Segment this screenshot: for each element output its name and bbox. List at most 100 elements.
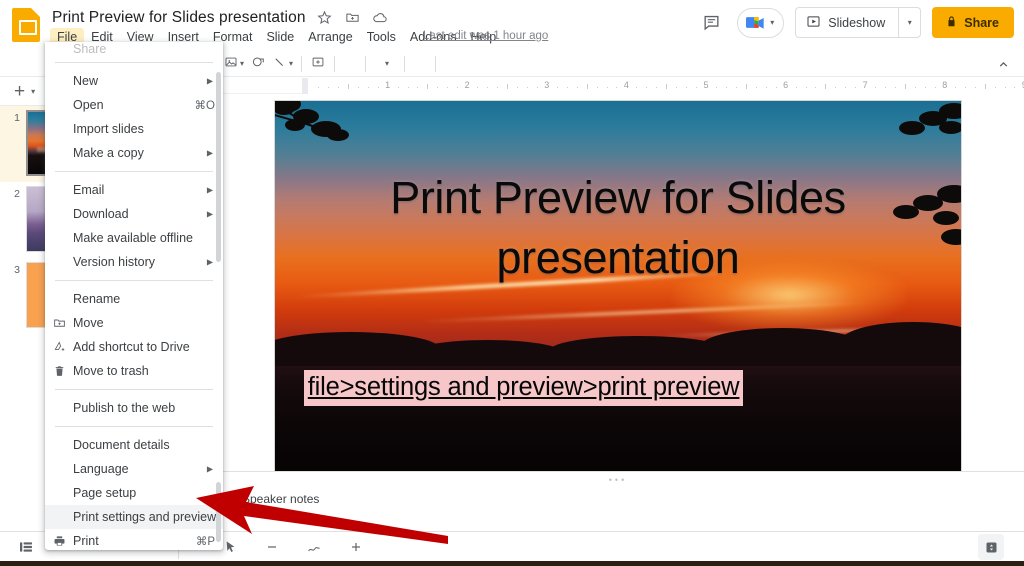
horizontal-ruler[interactable]: 123456789 [212, 78, 1024, 94]
ruler-dot [835, 87, 837, 88]
ruler-number: 8 [942, 80, 948, 90]
submenu-arrow-icon: ▶ [206, 148, 213, 158]
chevron-down-icon[interactable]: ▾ [31, 87, 35, 96]
chevron-down-icon: ▾ [240, 59, 245, 68]
ruler-dot [327, 87, 329, 88]
menu-item-page-setup[interactable]: Page setup [45, 481, 223, 505]
menu-item-make-available-offline[interactable]: Make available offline [45, 226, 223, 250]
google-meet-button[interactable]: ▾ [737, 7, 785, 38]
menu-slide[interactable]: Slide [259, 28, 301, 48]
move-to-folder-icon[interactable] [343, 8, 362, 27]
menu-item-print[interactable]: Print ⌘P [45, 529, 223, 550]
slideshow-button[interactable]: Slideshow ▾ [795, 7, 922, 38]
ruler-number: 7 [862, 80, 868, 90]
menu-item-add-shortcut-to-drive[interactable]: Add shortcut to Drive [45, 335, 223, 359]
menu-item-import-slides[interactable]: Import slides [45, 117, 223, 141]
file-menu-dropdown[interactable]: Share New ▶ Open ⌘O Import slides Make a… [45, 42, 223, 550]
menu-item-version-history[interactable]: Version history ▶ [45, 250, 223, 274]
background-button[interactable] [340, 53, 360, 75]
insert-image-button[interactable]: ▾ [221, 53, 247, 75]
move-to-folder-icon [52, 316, 67, 331]
ruler-number: 3 [544, 80, 550, 90]
menu-item-make-a-copy[interactable]: Make a copy ▶ [45, 141, 223, 165]
menu-item-label: Version history [73, 255, 155, 269]
menu-item-share-clipped[interactable]: Share [45, 42, 223, 56]
ruler-dot [477, 87, 479, 88]
slide-subtitle-textbox[interactable]: file>settings and preview>print preview [303, 370, 744, 406]
ruler-dot [715, 87, 717, 88]
slideshow-dropdown-caret[interactable]: ▾ [898, 8, 920, 37]
menu-item-label: Print settings and preview [73, 510, 217, 524]
last-edit-status[interactable]: Last edit was 1 hour ago [423, 30, 548, 42]
slideshow-main[interactable]: Slideshow [796, 8, 898, 37]
chevron-down-icon: ▾ [385, 59, 390, 68]
explore-icon[interactable] [978, 534, 1004, 560]
zoom-out-icon[interactable] [264, 539, 280, 560]
menu-item-publish-to-the-web[interactable]: Publish to the web [45, 396, 223, 420]
menu-item-label: Rename [73, 292, 121, 306]
share-button[interactable]: Share [932, 7, 1014, 38]
pointer-icon[interactable] [222, 539, 238, 560]
filmstrip-view-icon[interactable] [18, 539, 34, 560]
menu-item-language[interactable]: Language ▶ [45, 457, 223, 481]
ruler-dot [377, 87, 379, 88]
slide-number: 1 [14, 112, 20, 124]
menu-item-new[interactable]: New ▶ [45, 69, 223, 93]
plus-icon[interactable]: + [14, 82, 25, 101]
pen-icon[interactable] [306, 539, 322, 560]
star-icon[interactable] [315, 8, 334, 27]
toolbar-items: ▾ ▾ ▾ [221, 50, 461, 77]
insert-shape-button[interactable] [247, 53, 269, 75]
chevron-down-icon: ▾ [770, 18, 775, 27]
comment-history-icon[interactable] [696, 8, 726, 38]
menu-item-label: Open [73, 98, 104, 112]
menu-item-open[interactable]: Open ⌘O [45, 93, 223, 117]
cloud-saved-icon[interactable] [371, 8, 390, 27]
drag-handle-icon[interactable]: ••• [609, 475, 627, 485]
menu-item-rename[interactable]: Rename [45, 287, 223, 311]
speaker-notes-placeholder[interactable]: Speaker notes [242, 492, 319, 506]
slide-number: 3 [14, 264, 20, 276]
menu-item-move[interactable]: Move [45, 311, 223, 335]
google-meet-icon [745, 15, 767, 30]
page-title[interactable]: Print Preview for Slides presentation [52, 9, 306, 27]
ruler-dot [885, 87, 887, 88]
toolbar-separator [435, 55, 437, 72]
ruler-dot [895, 87, 897, 88]
slide-title-textbox[interactable]: Print Preview for Slides presentation [323, 168, 913, 287]
theme-button[interactable] [410, 53, 430, 75]
menu-divider [55, 389, 213, 390]
bush-silhouette [412, 340, 564, 367]
menu-item-print-settings-and-preview[interactable]: Print settings and preview [45, 505, 223, 529]
transition-button[interactable] [441, 53, 461, 75]
chevron-down-icon: ▾ [907, 18, 912, 27]
bottom-left-controls [18, 539, 34, 560]
speaker-notes-panel[interactable]: ••• Speaker notes [212, 471, 1024, 531]
slide-canvas[interactable]: Print Preview for Slides presentation fi… [274, 100, 962, 498]
ruler-track: 123456789 [308, 78, 1024, 94]
ruler-dot [934, 87, 936, 88]
menu-tools[interactable]: Tools [360, 28, 403, 48]
ruler-tick [507, 84, 508, 89]
submenu-arrow-icon: ▶ [206, 464, 213, 474]
menu-divider [55, 280, 213, 281]
menu-item-document-details[interactable]: Document details [45, 433, 223, 457]
insert-line-button[interactable]: ▾ [269, 53, 296, 75]
menu-scrollbar[interactable] [216, 482, 221, 542]
menu-item-email[interactable]: Email ▶ [45, 178, 223, 202]
menu-item-download[interactable]: Download ▶ [45, 202, 223, 226]
slide-editor-area: 123456789 [212, 78, 1024, 531]
zoom-in-icon[interactable] [348, 539, 364, 560]
new-slide-button[interactable] [307, 53, 329, 75]
submenu-arrow-icon: ▶ [206, 76, 213, 86]
menu-scrollbar[interactable] [216, 72, 221, 262]
layout-button[interactable]: ▾ [371, 53, 399, 75]
chevron-up-icon[interactable] [992, 53, 1014, 75]
printer-icon [52, 534, 67, 549]
menu-arrange[interactable]: Arrange [301, 28, 359, 48]
menu-item-move-to-trash[interactable]: Move to trash [45, 359, 223, 383]
ruler-dot [576, 87, 578, 88]
ruler-tick [427, 84, 429, 89]
submenu-arrow-icon: ▶ [206, 257, 213, 267]
ruler-dot [497, 87, 499, 88]
